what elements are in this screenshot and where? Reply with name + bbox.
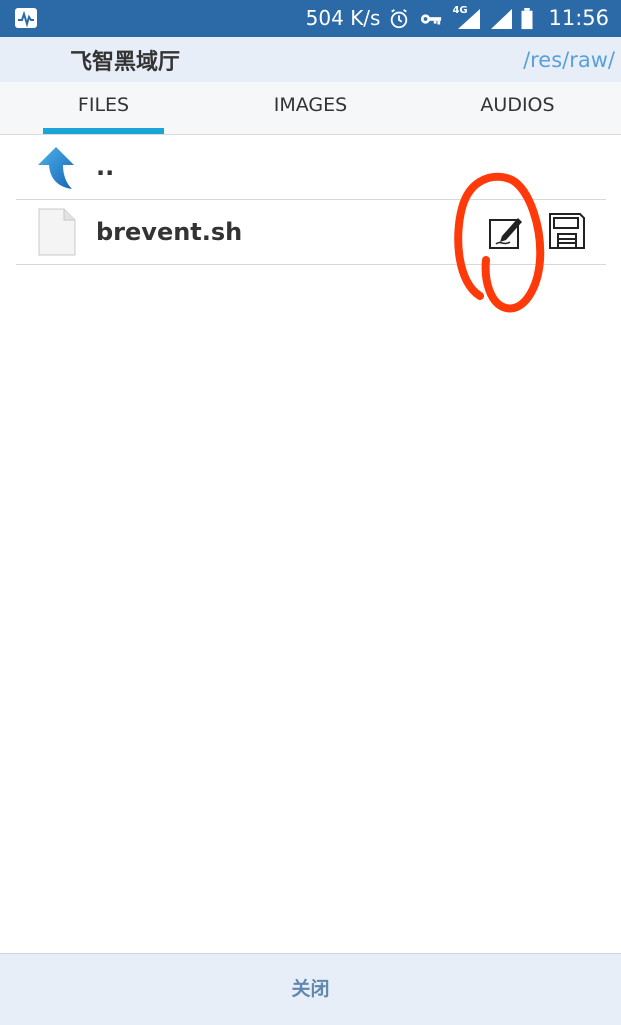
- bottom-bar: 关闭: [0, 953, 621, 1025]
- current-path: /res/raw/: [523, 48, 615, 72]
- vpn-key-icon: [421, 13, 442, 24]
- tab-label: FILES: [77, 94, 130, 116]
- file-list: .. brevent.sh: [16, 135, 606, 265]
- file-name: brevent.sh: [96, 218, 243, 246]
- app-monitor-icon: [15, 8, 37, 28]
- file-icon: [38, 208, 76, 256]
- app-header: 飞智黑域厅 /res/raw/: [0, 37, 621, 82]
- clock: 11:56: [548, 6, 609, 30]
- tab-audios[interactable]: AUDIOS: [414, 82, 621, 134]
- list-item-parent[interactable]: ..: [16, 135, 606, 200]
- battery-icon: [521, 7, 533, 29]
- up-arrow-icon: [38, 147, 74, 189]
- tab-label: AUDIOS: [480, 94, 555, 116]
- alarm-icon: [391, 8, 408, 28]
- status-bar: 504 K/s 4G 11:56: [0, 0, 621, 37]
- tab-images[interactable]: IMAGES: [207, 82, 414, 134]
- signal-icon: [491, 8, 513, 29]
- tab-selected-indicator: [43, 128, 164, 134]
- tab-label: IMAGES: [273, 94, 348, 116]
- page-title: 飞智黑域厅: [70, 50, 181, 75]
- close-button[interactable]: 关闭: [2, 956, 619, 1023]
- net-speed: 504 K/s: [305, 6, 381, 30]
- edit-icon[interactable]: [488, 214, 524, 250]
- tab-files[interactable]: FILES: [0, 82, 207, 134]
- tab-bar: FILES IMAGES AUDIOS: [0, 82, 621, 135]
- signal-4g-icon: 4G: [452, 5, 482, 31]
- file-name: ..: [96, 153, 115, 181]
- save-icon[interactable]: [548, 212, 586, 250]
- list-item-file[interactable]: brevent.sh: [16, 200, 606, 265]
